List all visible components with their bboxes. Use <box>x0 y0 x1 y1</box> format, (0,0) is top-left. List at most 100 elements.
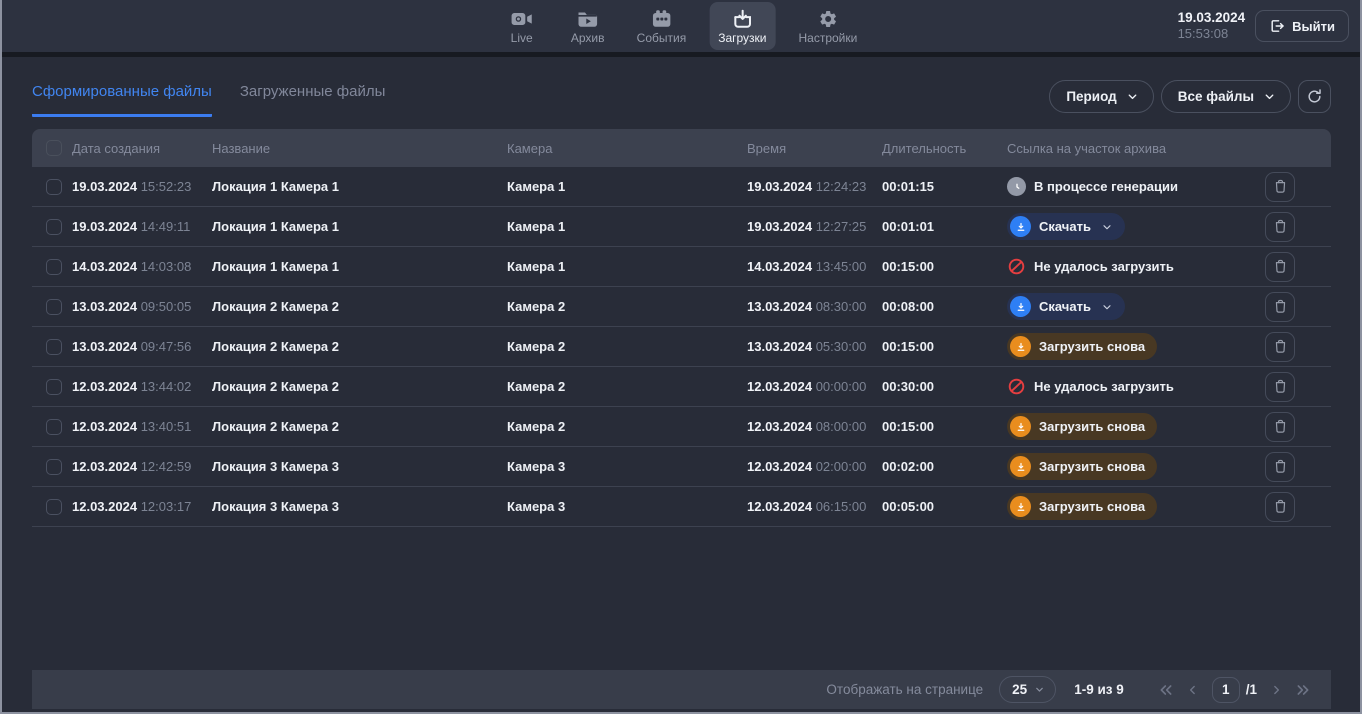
retry-download-button[interactable]: Загрузить снова <box>1007 493 1157 520</box>
tab-uploaded-files[interactable]: Загруженные файлы <box>240 83 386 117</box>
download-icon <box>1010 416 1031 437</box>
downloads-icon <box>731 8 753 30</box>
status-cell: Скачать <box>1007 293 1259 320</box>
download-button[interactable]: Скачать <box>1007 213 1125 240</box>
delete-button[interactable] <box>1265 492 1295 522</box>
table-row: 13.03.2024 09:47:56 Локация 2 Камера 2 К… <box>32 327 1331 367</box>
nav-item-settings[interactable]: Настройки <box>790 2 867 50</box>
duration: 00:08:00 <box>882 299 1007 314</box>
download-icon <box>1010 456 1031 477</box>
camera-name: Камера 2 <box>507 299 747 314</box>
status-cell: Загрузить снова <box>1007 493 1259 520</box>
trash-icon <box>1272 298 1289 315</box>
table-row: 12.03.2024 12:42:59 Локация 3 Камера 3 К… <box>32 447 1331 487</box>
next-page-button[interactable] <box>1269 683 1283 697</box>
created-cell: 19.03.2024 15:52:23 <box>72 179 212 194</box>
archive-time-cell: 12.03.2024 08:00:00 <box>747 419 882 434</box>
row-checkbox[interactable] <box>46 499 62 515</box>
files-filter-button[interactable]: Все файлы <box>1161 80 1291 113</box>
nav-item-downloads[interactable]: Загрузки <box>709 2 775 50</box>
trash-icon <box>1272 498 1289 515</box>
total-pages-label: /1 <box>1246 682 1257 697</box>
download-button[interactable]: Скачать <box>1007 293 1125 320</box>
delete-button[interactable] <box>1265 332 1295 362</box>
delete-button[interactable] <box>1265 172 1295 202</box>
archive-time-cell: 12.03.2024 06:15:00 <box>747 499 882 514</box>
downloads-page: Live Архив События Загрузки <box>0 0 1362 714</box>
system-date: 19.03.2024 <box>1178 10 1246 26</box>
tab-generated-files[interactable]: Сформированные файлы <box>32 83 212 117</box>
chevron-down-icon <box>1126 90 1139 103</box>
retry-download-button[interactable]: Загрузить снова <box>1007 333 1157 360</box>
row-checkbox[interactable] <box>46 339 62 355</box>
archive-time-cell: 14.03.2024 13:45:00 <box>747 259 882 274</box>
archive-time-cell: 12.03.2024 02:00:00 <box>747 459 882 474</box>
files-table: Дата создания Название Камера Время Длит… <box>32 129 1331 527</box>
row-checkbox[interactable] <box>46 379 62 395</box>
chevron-down-icon <box>1101 301 1113 313</box>
camera-name: Камера 2 <box>507 339 747 354</box>
row-checkbox[interactable] <box>46 219 62 235</box>
chevron-right-icon <box>1269 683 1283 697</box>
file-name: Локация 3 Камера 3 <box>212 499 507 514</box>
row-checkbox[interactable] <box>46 179 62 195</box>
video-camera-icon <box>511 8 533 30</box>
delete-button[interactable] <box>1265 252 1295 282</box>
delete-button[interactable] <box>1265 292 1295 322</box>
duration: 00:15:00 <box>882 339 1007 354</box>
trash-icon <box>1272 458 1289 475</box>
select-all-checkbox[interactable] <box>46 140 62 156</box>
status-cell: Не удалось загрузить <box>1007 257 1259 276</box>
nav-label-downloads: Загрузки <box>718 32 766 45</box>
nav-label-events: События <box>637 32 687 45</box>
tabs: Сформированные файлы Загруженные файлы <box>32 83 385 117</box>
period-filter-button[interactable]: Период <box>1049 80 1153 113</box>
refresh-button[interactable] <box>1298 80 1331 113</box>
download-icon <box>1010 216 1031 237</box>
retry-download-button[interactable]: Загрузить снова <box>1007 413 1157 440</box>
logout-label: Выйти <box>1292 19 1335 34</box>
table-row: 13.03.2024 09:50:05 Локация 2 Камера 2 К… <box>32 287 1331 327</box>
file-name: Локация 2 Камера 2 <box>212 299 507 314</box>
logout-button[interactable]: Выйти <box>1255 10 1349 42</box>
topbar: Live Архив События Загрузки <box>2 0 1360 57</box>
last-page-button[interactable] <box>1295 683 1311 697</box>
download-icon <box>1010 336 1031 357</box>
created-cell: 14.03.2024 14:03:08 <box>72 259 212 274</box>
created-cell: 12.03.2024 13:44:02 <box>72 379 212 394</box>
file-name: Локация 1 Камера 1 <box>212 179 507 194</box>
status-cell: В процессе генерации <box>1007 177 1259 196</box>
nav-item-archive[interactable]: Архив <box>562 2 614 50</box>
file-name: Локация 2 Камера 2 <box>212 339 507 354</box>
column-header-duration: Длительность <box>882 141 1007 156</box>
tabs-row: Сформированные файлы Загруженные файлы П… <box>32 83 1331 117</box>
trash-icon <box>1272 258 1289 275</box>
retry-download-button[interactable]: Загрузить снова <box>1007 453 1157 480</box>
row-checkbox[interactable] <box>46 299 62 315</box>
failed-icon <box>1007 257 1026 276</box>
system-datetime: 19.03.2024 15:53:08 <box>1178 10 1246 42</box>
delete-button[interactable] <box>1265 212 1295 242</box>
camera-name: Камера 3 <box>507 459 747 474</box>
duration: 00:02:00 <box>882 459 1007 474</box>
file-name: Локация 1 Камера 1 <box>212 219 507 234</box>
row-checkbox[interactable] <box>46 419 62 435</box>
nav-item-events[interactable]: События <box>628 2 696 50</box>
row-checkbox[interactable] <box>46 259 62 275</box>
file-name: Локация 1 Камера 1 <box>212 259 507 274</box>
nav-label-live: Live <box>511 32 533 45</box>
current-page-input[interactable]: 1 <box>1212 677 1240 703</box>
delete-button[interactable] <box>1265 452 1295 482</box>
files-filter-label: Все файлы <box>1178 89 1254 104</box>
delete-button[interactable] <box>1265 412 1295 442</box>
prev-page-button[interactable] <box>1186 683 1200 697</box>
delete-button[interactable] <box>1265 372 1295 402</box>
nav-item-live[interactable]: Live <box>496 2 548 50</box>
per-page-select[interactable]: 25 <box>999 676 1056 703</box>
created-cell: 12.03.2024 13:40:51 <box>72 419 212 434</box>
download-icon <box>1010 496 1031 517</box>
first-page-button[interactable] <box>1158 683 1174 697</box>
camera-name: Камера 2 <box>507 379 747 394</box>
camera-name: Камера 1 <box>507 179 747 194</box>
row-checkbox[interactable] <box>46 459 62 475</box>
